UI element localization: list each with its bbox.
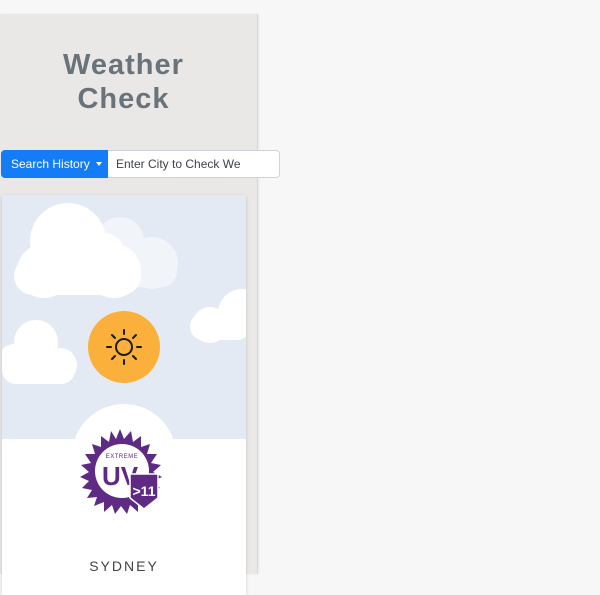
search-history-dropdown-button[interactable]: Search History xyxy=(1,150,108,178)
uv-extreme-icon: EXTREME UV >11 xyxy=(80,429,162,514)
caret-down-icon xyxy=(95,162,102,166)
search-history-label: Search History xyxy=(11,157,90,171)
city-search-input[interactable] xyxy=(108,150,280,178)
sidebar-panel: Weather Check Search History Enter City … xyxy=(0,14,280,595)
city-name: SYDNEY xyxy=(89,558,159,574)
search-bar: Search History xyxy=(1,150,280,178)
app-title-line1: Weather xyxy=(63,49,184,81)
weather-card: EXTREME UV >11 SYDNEY xyxy=(2,195,246,595)
uv-index-text: >11 xyxy=(133,483,156,499)
app-title: Weather Check xyxy=(0,48,247,116)
uv-extreme-text: EXTREME xyxy=(106,454,139,460)
app-title-line2: Check xyxy=(77,83,170,115)
